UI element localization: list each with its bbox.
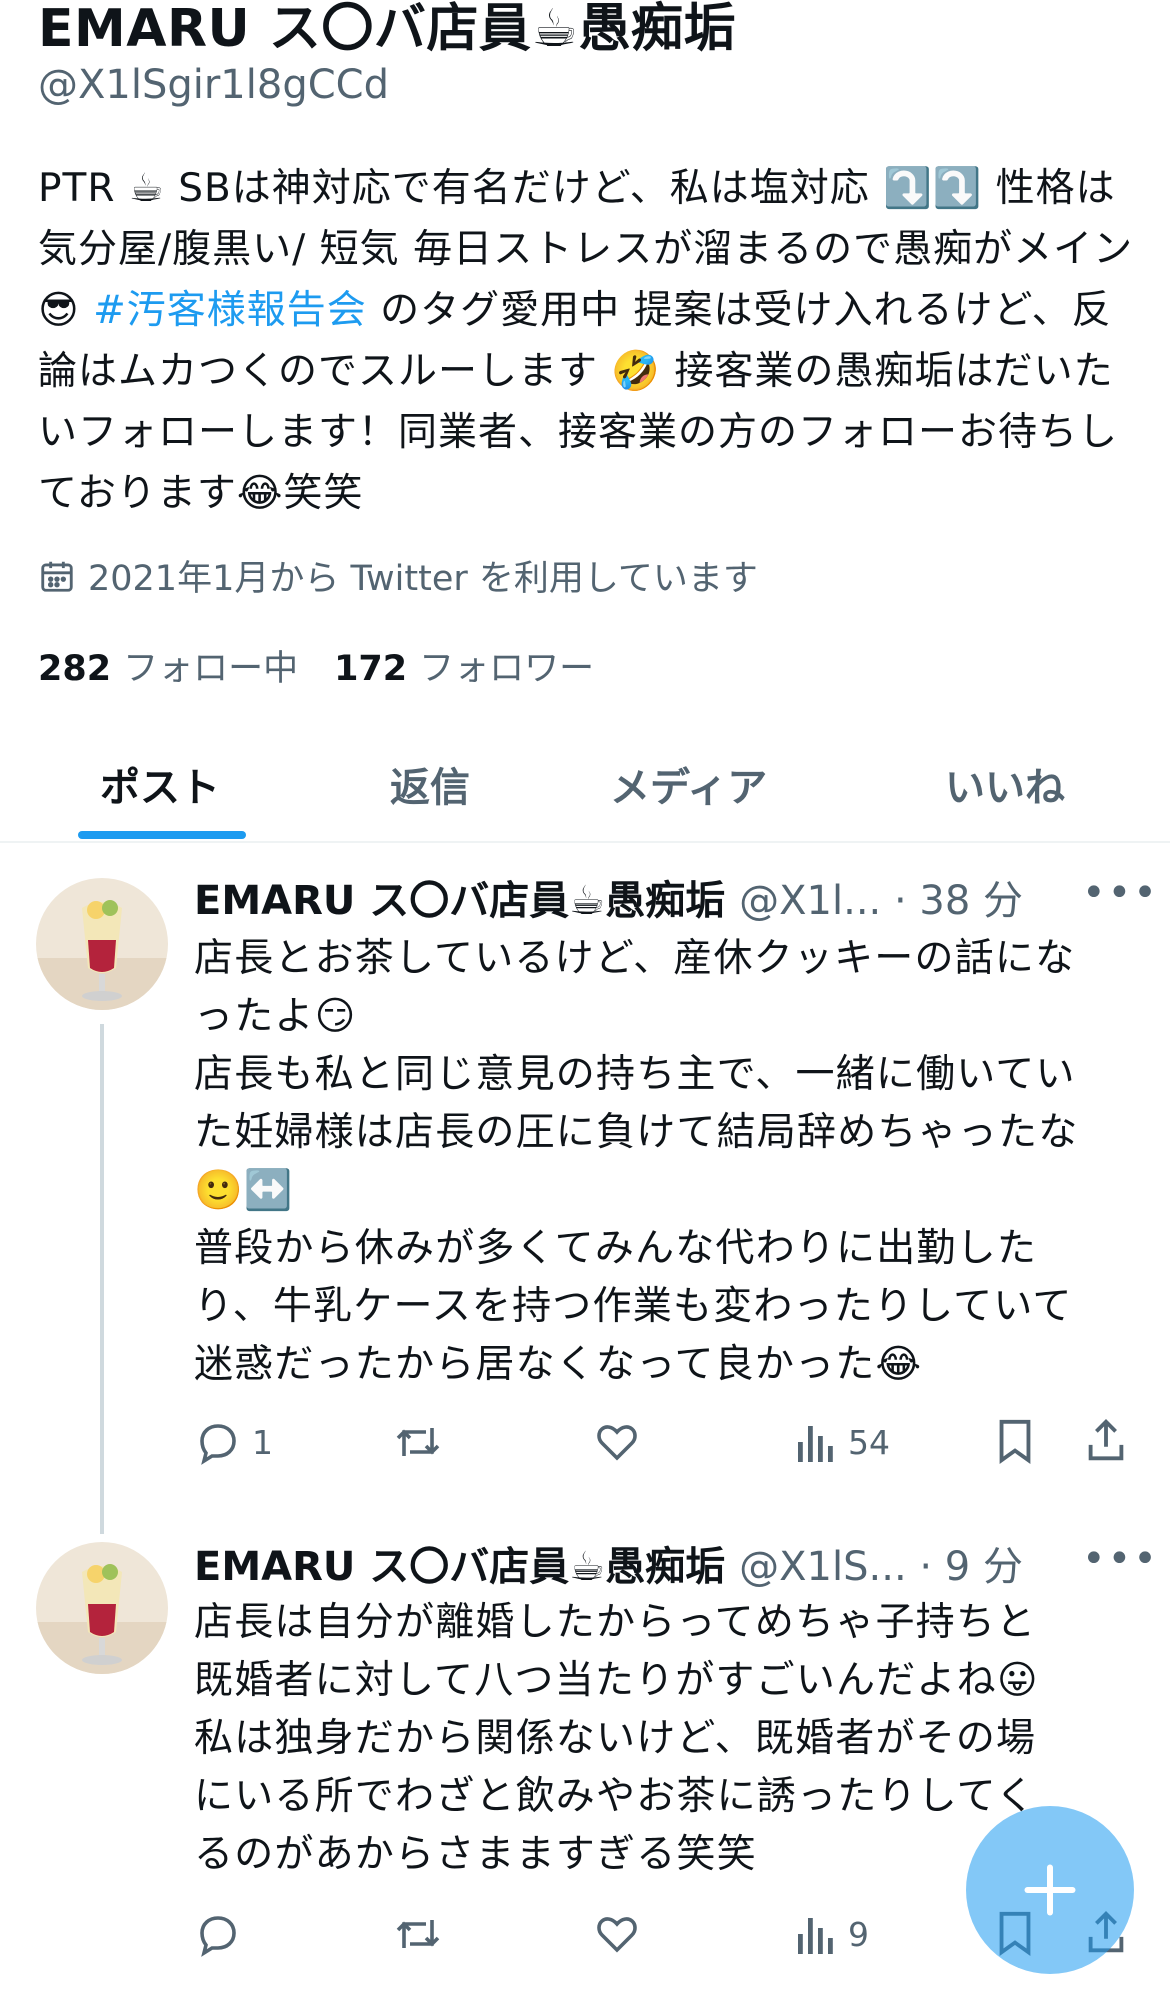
parfait-avatar-image: [36, 1542, 168, 1674]
tweet-text: 店長とお茶しているけど、産休クッキーの話にな ったよ😏 店長も私と同じ意見の持ち…: [194, 930, 1170, 1394]
views-icon: [798, 1918, 833, 1954]
parfait-avatar-image: [36, 878, 168, 1010]
profile-tabs: ポスト 返信 メディア いいね: [0, 725, 1170, 843]
views-icon: [798, 1426, 833, 1462]
follow-stats: 282 フォロー中 172 フォロワー: [38, 640, 594, 691]
more-icon[interactable]: •••: [1082, 870, 1159, 916]
views-count: 9: [848, 1914, 869, 1954]
views-button[interactable]: 9: [794, 1910, 869, 1958]
like-button[interactable]: [592, 1418, 642, 1466]
tweet-line: 🙂↔️: [194, 1168, 294, 1213]
tweet-line: 私は独身だから関係ないけど、既婚者がその場: [194, 1716, 1037, 1761]
tweet-header: EMARU ス〇バ店員☕愚痴垢 @X1lS... · 9 分: [194, 1534, 1023, 1592]
like-button[interactable]: [592, 1910, 642, 1958]
followers-link[interactable]: 172 フォロワー: [334, 640, 594, 691]
following-label: フォロー中: [123, 649, 299, 689]
tweet-line: た妊婦様は店長の圧に負けて結局辞めちゃったな: [194, 1110, 1079, 1155]
tweet-meta: @X1lS... · 9 分: [739, 1544, 1023, 1590]
tweet-line: 既婚者に対して八つ当たりがすごいんだよね😛: [194, 1658, 1039, 1703]
retweet-button[interactable]: [392, 1418, 444, 1466]
tweet-line: 迷惑だったから居なくなって良かった😂: [194, 1342, 923, 1387]
tweet-author-name[interactable]: EMARU ス〇バ店員☕愚痴垢: [194, 1534, 725, 1592]
following-link[interactable]: 282 フォロー中: [38, 640, 298, 691]
followers-label: フォロワー: [419, 649, 595, 689]
avatar[interactable]: [36, 1542, 168, 1674]
retweet-icon: [396, 1428, 440, 1456]
retweet-button[interactable]: [392, 1910, 444, 1958]
joined-date: 2021年1月から Twitter を利用しています: [38, 550, 758, 601]
bookmark-icon: [999, 1419, 1031, 1464]
compose-button[interactable]: [966, 1806, 1134, 1974]
reply-icon: [200, 1916, 236, 1957]
reply-button[interactable]: [194, 1910, 252, 1958]
tab-posts[interactable]: ポスト: [100, 755, 220, 813]
share-icon: [1088, 1419, 1124, 1461]
followers-count: 172: [334, 649, 408, 689]
tab-likes[interactable]: いいね: [945, 755, 1065, 813]
bio-hashtag[interactable]: #汚客様報告会: [93, 288, 367, 333]
tweet-line: 普段から休みが多くてみんな代わりに出勤した: [194, 1226, 1038, 1271]
retweet-icon: [396, 1920, 440, 1948]
profile-handle: @X1lSgir1l8gCCd: [38, 62, 389, 108]
tweet-meta: @X1l... · 38 分: [739, 878, 1024, 924]
tab-replies[interactable]: 返信: [390, 755, 470, 813]
tweet-line: り、牛乳ケースを持つ作業も変わったりしていて: [194, 1284, 1073, 1329]
following-count: 282: [38, 649, 112, 689]
views-button[interactable]: 54: [794, 1418, 890, 1466]
tweet-author-name[interactable]: EMARU ス〇バ店員☕愚痴垢: [194, 868, 725, 926]
calendar-icon: [41, 561, 73, 592]
active-tab-indicator: [78, 831, 246, 839]
bookmark-button[interactable]: [993, 1416, 1037, 1466]
share-button[interactable]: [1084, 1416, 1128, 1466]
like-icon: [597, 1917, 637, 1953]
tweet-line: 店長とお茶しているけど、産休クッキーの話にな: [194, 936, 1076, 981]
tweet-line: ったよ😏: [194, 994, 357, 1039]
views-count: 54: [848, 1422, 890, 1462]
reply-button[interactable]: 1: [194, 1418, 273, 1466]
tweet-line: 店長も私と同じ意見の持ち主で、一緒に働いてい: [194, 1052, 1076, 1097]
reply-count: 1: [252, 1422, 273, 1462]
more-icon[interactable]: •••: [1082, 1536, 1159, 1582]
compose-plus-icon: [1024, 1864, 1076, 1916]
like-icon: [597, 1425, 637, 1461]
avatar[interactable]: [36, 878, 168, 1010]
tab-media[interactable]: メディア: [610, 755, 767, 813]
tweet-line: 店長は自分が離婚したからってめちゃ子持ちと: [194, 1600, 1037, 1645]
tweet-header: EMARU ス〇バ店員☕愚痴垢 @X1l... · 38 分: [194, 868, 1023, 926]
profile-bio: PTR ☕ SBは神対応で有名だけど、私は塩対応 ⤵️⤵️ 性格は気分屋/腹黒い…: [38, 158, 1138, 524]
thread-line: [100, 1024, 104, 1534]
profile-name: EMARU ス〇バ店員☕愚痴垢: [38, 0, 736, 59]
joined-text: 2021年1月から Twitter を利用しています: [88, 559, 758, 599]
reply-icon: [200, 1424, 236, 1465]
